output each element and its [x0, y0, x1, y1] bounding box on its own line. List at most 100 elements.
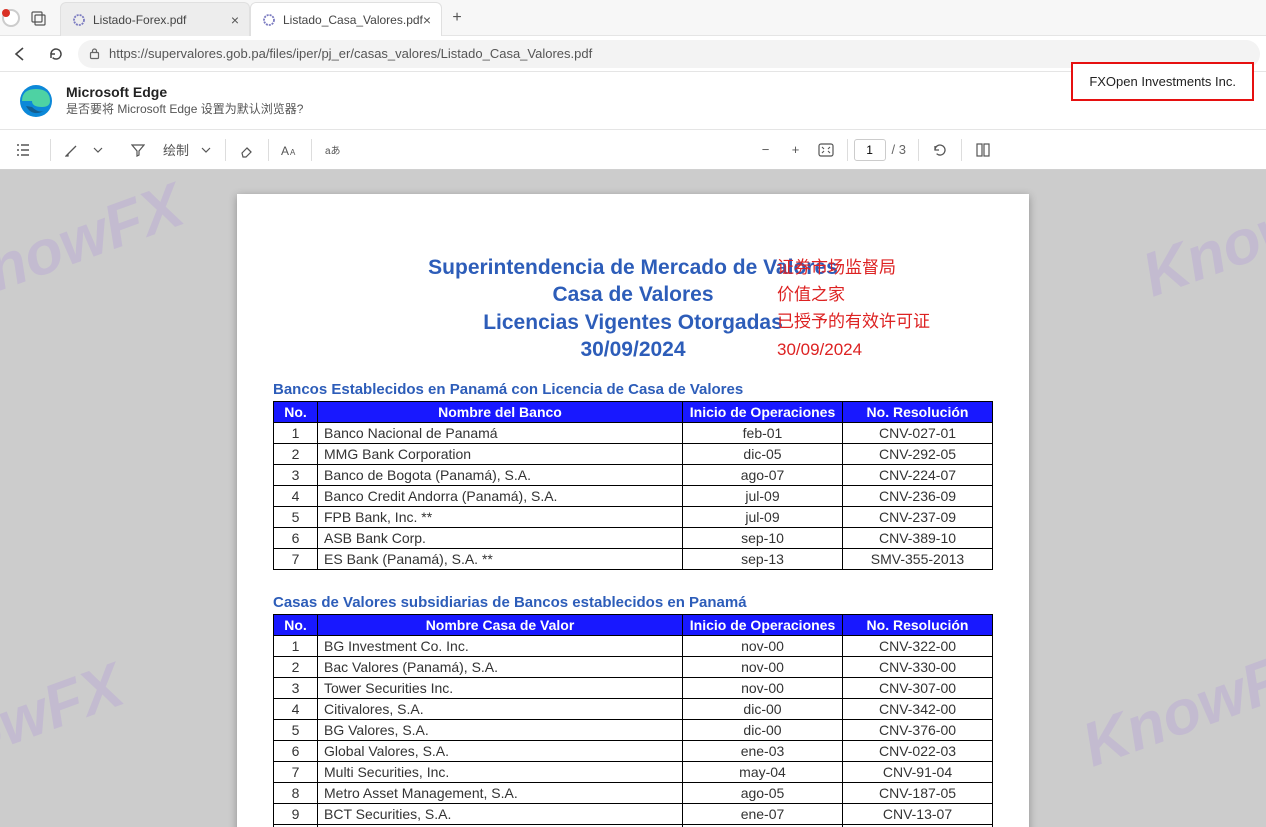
- new-tab-button[interactable]: +: [442, 0, 472, 35]
- cell-res: CNV-027-01: [843, 423, 993, 444]
- table-row: 5FPB Bank, Inc. **jul-09CNV-237-09: [274, 507, 993, 528]
- close-icon[interactable]: ×: [423, 12, 431, 28]
- cell-date: sep-13: [683, 549, 843, 570]
- tab-strip: Listado-Forex.pdf × Listado_Casa_Valores…: [60, 0, 472, 35]
- cell-no: 3: [274, 465, 318, 486]
- cell-date: ene-03: [683, 741, 843, 762]
- zoom-in-button[interactable]: +: [781, 136, 811, 164]
- cell-date: jul-09: [683, 507, 843, 528]
- filter-icon[interactable]: [123, 136, 153, 164]
- cell-res: CNV-13-07: [843, 804, 993, 825]
- refresh-button[interactable]: [42, 40, 70, 68]
- cell-name: BCT Securities, S.A.: [318, 804, 683, 825]
- svg-text:A: A: [290, 148, 296, 157]
- chevron-down-icon[interactable]: [91, 136, 105, 164]
- cell-date: feb-01: [683, 423, 843, 444]
- cell-name: BG Valores, S.A.: [318, 720, 683, 741]
- contents-button[interactable]: [8, 136, 38, 164]
- pdf-toolbar: 绘制 AA aあ − + / 3: [0, 130, 1266, 170]
- close-icon[interactable]: ×: [231, 12, 239, 28]
- watermark: KnowFX: [0, 170, 193, 321]
- table-row: 7ES Bank (Panamá), S.A. **sep-13SMV-355-…: [274, 549, 993, 570]
- table-row: 3Banco de Bogota (Panamá), S.A.ago-07CNV…: [274, 465, 993, 486]
- erase-button[interactable]: [232, 136, 262, 164]
- pdf-viewport[interactable]: KnowFX KnowFX KnowFX KnowFX Superintende…: [0, 170, 1266, 827]
- text-size-button[interactable]: AA: [275, 136, 305, 164]
- cell-name: Tower Securities Inc.: [318, 678, 683, 699]
- cell-no: 4: [274, 486, 318, 507]
- cell-name: Bac Valores (Panamá), S.A.: [318, 657, 683, 678]
- default-browser-subtitle: 是否要将 Microsoft Edge 设置为默认浏览器?: [66, 100, 303, 117]
- cell-no: 5: [274, 720, 318, 741]
- cell-date: dic-00: [683, 699, 843, 720]
- translate-button[interactable]: aあ: [318, 136, 348, 164]
- watermark: KnowFX: [0, 650, 133, 802]
- cell-no: 1: [274, 636, 318, 657]
- window-titlebar: Listado-Forex.pdf × Listado_Casa_Valores…: [0, 0, 1266, 36]
- annotation-callout: FXOpen Investments Inc.: [1071, 62, 1254, 101]
- cell-date: ago-07: [683, 465, 843, 486]
- cell-no: 6: [274, 528, 318, 549]
- cell-date: jul-09: [683, 486, 843, 507]
- cell-no: 2: [274, 444, 318, 465]
- watermark: KnowFX: [1073, 630, 1266, 782]
- section-2-title: Casas de Valores subsidiarias de Bancos …: [273, 594, 993, 611]
- cell-res: CNV-376-00: [843, 720, 993, 741]
- table-row: 8Metro Asset Management, S.A.ago-05CNV-1…: [274, 783, 993, 804]
- highlight-button[interactable]: [57, 136, 87, 164]
- table-row: 2MMG Bank Corporationdic-05CNV-292-05: [274, 444, 993, 465]
- svg-text:A: A: [281, 144, 289, 157]
- pdf-icon: [71, 12, 87, 28]
- cell-no: 9: [274, 804, 318, 825]
- cell-name: Global Valores, S.A.: [318, 741, 683, 762]
- cell-res: CNV-330-00: [843, 657, 993, 678]
- cell-date: dic-05: [683, 444, 843, 465]
- url-text: https://supervalores.gob.pa/files/iper/p…: [109, 46, 592, 61]
- fit-page-button[interactable]: [811, 136, 841, 164]
- tab-actions-button[interactable]: [26, 5, 52, 31]
- cell-no: 5: [274, 507, 318, 528]
- tab-label: Listado-Forex.pdf: [93, 13, 186, 27]
- browser-tab-active[interactable]: Listado_Casa_Valores.pdf ×: [250, 2, 442, 36]
- cell-date: nov-00: [683, 636, 843, 657]
- cell-res: CNV-322-00: [843, 636, 993, 657]
- default-browser-title: Microsoft Edge: [66, 84, 303, 100]
- cell-res: CNV-236-09: [843, 486, 993, 507]
- draw-button[interactable]: 绘制: [157, 136, 195, 164]
- cell-date: sep-10: [683, 528, 843, 549]
- cell-name: Banco Nacional de Panamá: [318, 423, 683, 444]
- cell-no: 6: [274, 741, 318, 762]
- table-row: 3Tower Securities Inc.nov-00CNV-307-00: [274, 678, 993, 699]
- cell-res: CNV-91-04: [843, 762, 993, 783]
- cell-res: CNV-224-07: [843, 465, 993, 486]
- cell-name: BG Investment Co. Inc.: [318, 636, 683, 657]
- rotate-button[interactable]: [925, 136, 955, 164]
- table-row: 5BG Valores, S.A.dic-00CNV-376-00: [274, 720, 993, 741]
- section-1-title: Bancos Establecidos en Panamá con Licenc…: [273, 381, 993, 398]
- cell-res: CNV-389-10: [843, 528, 993, 549]
- page-count-label: / 3: [892, 142, 906, 157]
- browser-tab[interactable]: Listado-Forex.pdf ×: [60, 2, 250, 36]
- pdf-icon: [261, 12, 277, 28]
- cell-res: SMV-355-2013: [843, 549, 993, 570]
- edge-logo-icon: [18, 83, 54, 119]
- profile-button[interactable]: [0, 5, 26, 31]
- table-row: 4Banco Credit Andorra (Panamá), S.A.jul-…: [274, 486, 993, 507]
- table-2: No. Nombre Casa de Valor Inicio de Opera…: [273, 614, 993, 827]
- cell-no: 7: [274, 762, 318, 783]
- table-row: 2Bac Valores (Panamá), S.A.nov-00CNV-330…: [274, 657, 993, 678]
- table-row: 1Banco Nacional de Panamáfeb-01CNV-027-0…: [274, 423, 993, 444]
- page-view-button[interactable]: [968, 136, 998, 164]
- cell-date: ene-07: [683, 804, 843, 825]
- cell-no: 1: [274, 423, 318, 444]
- chevron-down-icon[interactable]: [199, 136, 213, 164]
- cell-date: nov-00: [683, 678, 843, 699]
- back-button[interactable]: [6, 40, 34, 68]
- cell-no: 8: [274, 783, 318, 804]
- table-row: 9BCT Securities, S.A.ene-07CNV-13-07: [274, 804, 993, 825]
- cell-name: Citivalores, S.A.: [318, 699, 683, 720]
- page-number-input[interactable]: [854, 139, 886, 161]
- zoom-out-button[interactable]: −: [751, 136, 781, 164]
- red-annotation: 证券市场监督局 价值之家 已授予的有效许可证 30/09/2024: [777, 254, 930, 363]
- table-row: 7Multi Securities, Inc.may-04CNV-91-04: [274, 762, 993, 783]
